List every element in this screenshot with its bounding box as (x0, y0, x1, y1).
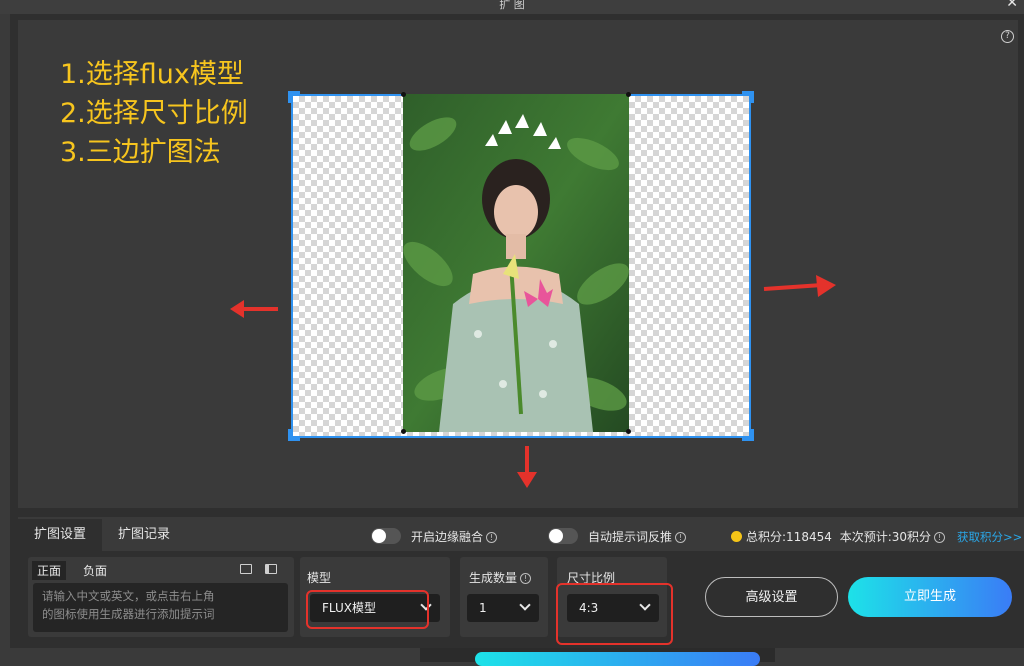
tab-outpaint-settings[interactable]: 扩图设置 (18, 519, 102, 551)
instruction-step-1: 1.选择flux模型 (60, 59, 244, 90)
edge-blend-toggle[interactable] (371, 528, 401, 544)
arrow-right-icon (763, 275, 836, 297)
resize-handle-top-right[interactable] (742, 91, 754, 103)
info-icon[interactable]: ! (934, 532, 946, 543)
tab-positive-prompt[interactable]: 正面 (32, 561, 67, 580)
window-title: 扩 图 (499, 0, 525, 11)
estimated-cost: 本次预计:30积分 (839, 530, 932, 544)
advanced-settings-button[interactable]: 高级设置 (705, 577, 838, 617)
info-icon[interactable]: ! (520, 573, 532, 584)
annotation-highlight-model (306, 590, 429, 629)
annotation-highlight-ratio (556, 583, 673, 645)
tab-negative-prompt[interactable]: 负面 (83, 562, 107, 579)
image-corner-marker (401, 92, 406, 97)
instruction-step-3: 3.三边扩图法 (60, 137, 221, 168)
info-icon[interactable]: ! (675, 532, 687, 543)
resize-handle-bottom-right[interactable] (742, 429, 754, 441)
prompt-library-icon[interactable] (265, 564, 277, 574)
total-points: 总积分:118454 (746, 530, 832, 544)
source-image[interactable] (403, 94, 629, 432)
count-label: 生成数量! (469, 569, 532, 586)
background-window-edge (420, 648, 775, 666)
help-icon[interactable]: ? (1001, 30, 1014, 43)
auto-prompt-toggle[interactable] (548, 528, 578, 544)
arrow-down-icon (517, 446, 537, 488)
chevron-down-icon (519, 599, 531, 611)
points-summary: 总积分:118454 本次预计:30积分! (746, 528, 946, 545)
prompt-input[interactable]: 请输入中文或英文，或点击右上角 的图标使用生成器进行添加提示词 (33, 583, 288, 632)
edge-blend-label: 开启边缘融合! (411, 528, 498, 545)
arrow-left-icon (230, 300, 278, 318)
instruction-annotation: 1.选择flux模型 2.选择尺寸比例 3.三边扩图法 (60, 55, 248, 172)
image-corner-marker (626, 429, 631, 434)
prompt-generator-icon[interactable] (240, 564, 252, 574)
tab-outpaint-history[interactable]: 扩图记录 (102, 519, 186, 551)
auto-prompt-label: 自动提示词反推! (588, 528, 687, 545)
close-icon[interactable]: ✕ (1006, 0, 1018, 10)
resize-handle-top-left[interactable] (288, 91, 300, 103)
count-select[interactable]: 1 (467, 594, 539, 622)
generate-button[interactable]: 立即生成 (848, 577, 1012, 617)
image-corner-marker (401, 429, 406, 434)
info-icon[interactable]: ! (486, 532, 498, 543)
window-titlebar: 扩 图 ✕ (0, 0, 1024, 14)
points-coin-icon (731, 531, 742, 542)
get-points-link[interactable]: 获取积分>> (957, 529, 1022, 545)
image-corner-marker (626, 92, 631, 97)
instruction-step-2: 2.选择尺寸比例 (60, 98, 248, 129)
resize-handle-bottom-left[interactable] (288, 429, 300, 441)
model-label: 模型 (307, 571, 332, 585)
